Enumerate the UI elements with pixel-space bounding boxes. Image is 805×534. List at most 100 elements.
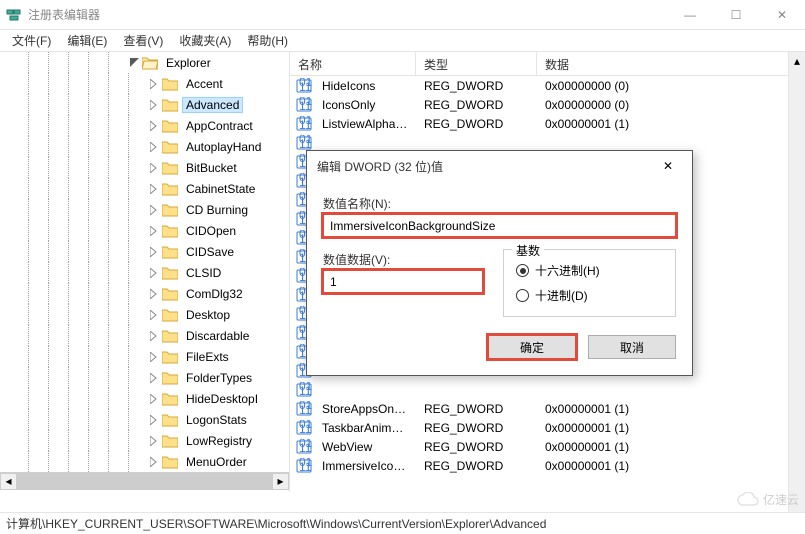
list-row[interactable]: 011110ImmersiveIcon...REG_DWORD0x0000000…: [290, 456, 805, 475]
list-row[interactable]: 011110TaskbarAnimat...REG_DWORD0x0000000…: [290, 418, 805, 437]
tree-node[interactable]: Desktop: [0, 304, 289, 325]
collapse-icon[interactable]: [128, 57, 140, 69]
tree-node[interactable]: LogonStats: [0, 409, 289, 430]
tree-node[interactable]: CIDSave: [0, 241, 289, 262]
column-type[interactable]: 类型: [416, 52, 537, 75]
expand-icon[interactable]: [148, 99, 160, 111]
expand-icon[interactable]: [148, 435, 160, 447]
list-row[interactable]: 011110ListviewAlphaS...REG_DWORD0x000000…: [290, 114, 805, 133]
menu-file[interactable]: 文件(F): [4, 30, 59, 51]
scroll-up-arrow-icon[interactable]: ▴: [789, 52, 805, 69]
value-data-input[interactable]: [323, 270, 483, 293]
dword-icon: 011110: [296, 78, 312, 94]
expand-icon[interactable]: [148, 351, 160, 363]
cancel-button[interactable]: 取消: [588, 335, 676, 359]
menu-help[interactable]: 帮助(H): [239, 30, 296, 51]
svg-text:110: 110: [299, 460, 312, 474]
folder-closed-icon: [162, 308, 178, 322]
dword-icon: 011110: [296, 382, 312, 398]
expand-icon[interactable]: [148, 120, 160, 132]
expand-icon[interactable]: [148, 288, 160, 300]
menu-view[interactable]: 查看(V): [115, 30, 171, 51]
tree-node[interactable]: FileExts: [0, 346, 289, 367]
dword-icon: 011110: [296, 439, 312, 455]
expand-icon[interactable]: [148, 183, 160, 195]
tree-node[interactable]: CIDOpen: [0, 220, 289, 241]
dialog-title-bar[interactable]: 编辑 DWORD (32 位)值 ✕: [307, 151, 692, 181]
folder-closed-icon: [162, 224, 178, 238]
tree-node[interactable]: Discardable: [0, 325, 289, 346]
folder-closed-icon: [162, 119, 178, 133]
watermark: 亿速云: [737, 491, 799, 508]
dialog-title: 编辑 DWORD (32 位)值: [317, 158, 654, 175]
expand-icon[interactable]: [148, 393, 160, 405]
radix-dec-radio[interactable]: 十进制(D): [516, 283, 663, 308]
folder-closed-icon: [162, 203, 178, 217]
tree-panel: ExplorerAccentAdvancedAppContractAutopla…: [0, 52, 290, 492]
tree-node[interactable]: CabinetState: [0, 178, 289, 199]
expand-icon[interactable]: [148, 204, 160, 216]
svg-text:110: 110: [299, 118, 312, 132]
tree-node[interactable]: CLSID: [0, 262, 289, 283]
scroll-right-arrow-icon[interactable]: ▸: [272, 473, 289, 490]
column-data[interactable]: 数据: [537, 52, 805, 75]
tree-node[interactable]: Advanced: [0, 94, 289, 115]
list-row[interactable]: 011110WebViewREG_DWORD0x00000001 (1): [290, 437, 805, 456]
expand-icon[interactable]: [148, 372, 160, 384]
tree-view[interactable]: ExplorerAccentAdvancedAppContractAutopla…: [0, 52, 289, 472]
tree-node[interactable]: LowRegistry: [0, 430, 289, 451]
status-bar: 计算机\HKEY_CURRENT_USER\SOFTWARE\Microsoft…: [0, 512, 805, 534]
list-row[interactable]: 011110HideIconsREG_DWORD0x00000000 (0): [290, 76, 805, 95]
expand-icon[interactable]: [148, 141, 160, 153]
radio-unchecked-icon: [516, 289, 529, 302]
tree-horizontal-scrollbar[interactable]: ◂ ▸: [0, 472, 289, 489]
expand-icon[interactable]: [148, 78, 160, 90]
scroll-thumb[interactable]: [17, 473, 272, 490]
expand-icon[interactable]: [148, 330, 160, 342]
maximize-button[interactable]: ☐: [713, 0, 759, 30]
list-row[interactable]: 011110IconsOnlyREG_DWORD0x00000000 (0): [290, 95, 805, 114]
tree-node[interactable]: ComDlg32: [0, 283, 289, 304]
list-row[interactable]: 011110StoreAppsOnT...REG_DWORD0x00000001…: [290, 399, 805, 418]
app-icon: [6, 7, 22, 23]
expand-icon[interactable]: [148, 309, 160, 321]
expand-icon[interactable]: [148, 456, 160, 468]
tree-node[interactable]: CD Burning: [0, 199, 289, 220]
expand-icon[interactable]: [148, 267, 160, 279]
radix-hex-radio[interactable]: 十六进制(H): [516, 258, 663, 283]
tree-node[interactable]: FolderTypes: [0, 367, 289, 388]
edit-dword-dialog: 编辑 DWORD (32 位)值 ✕ 数值名称(N): 数值数据(V): 基数 …: [306, 150, 693, 376]
tree-node[interactable]: Accent: [0, 73, 289, 94]
expand-icon[interactable]: [148, 225, 160, 237]
tree-node-explorer[interactable]: Explorer: [0, 52, 289, 73]
tree-node[interactable]: MenuOrder: [0, 451, 289, 472]
menu-bar: 文件(F) 编辑(E) 查看(V) 收藏夹(A) 帮助(H): [0, 30, 805, 52]
minimize-button[interactable]: —: [667, 0, 713, 30]
tree-node[interactable]: HideDesktopI: [0, 388, 289, 409]
radio-checked-icon: [516, 264, 529, 277]
svg-text:110: 110: [299, 99, 312, 113]
menu-favorites[interactable]: 收藏夹(A): [171, 30, 239, 51]
close-button[interactable]: ✕: [759, 0, 805, 30]
list-row[interactable]: 011110: [290, 380, 805, 399]
scroll-left-arrow-icon[interactable]: ◂: [0, 473, 17, 490]
tree-node[interactable]: BitBucket: [0, 157, 289, 178]
folder-closed-icon: [162, 140, 178, 154]
dialog-close-button[interactable]: ✕: [654, 152, 682, 180]
expand-icon[interactable]: [148, 246, 160, 258]
ok-button[interactable]: 确定: [488, 335, 576, 359]
svg-text:110: 110: [299, 403, 312, 417]
menu-edit[interactable]: 编辑(E): [59, 30, 115, 51]
folder-closed-icon: [162, 287, 178, 301]
tree-node[interactable]: AutoplayHand: [0, 136, 289, 157]
column-name[interactable]: 名称: [290, 52, 416, 75]
svg-text:110: 110: [299, 80, 312, 94]
value-data-label: 数值数据(V):: [323, 251, 483, 268]
expand-icon[interactable]: [148, 414, 160, 426]
dword-icon: 011110: [296, 135, 312, 151]
expand-icon[interactable]: [148, 162, 160, 174]
tree-node[interactable]: AppContract: [0, 115, 289, 136]
vertical-scrollbar[interactable]: ▴: [788, 52, 805, 512]
value-name-input[interactable]: [323, 214, 676, 237]
dword-icon: 011110: [296, 97, 312, 113]
